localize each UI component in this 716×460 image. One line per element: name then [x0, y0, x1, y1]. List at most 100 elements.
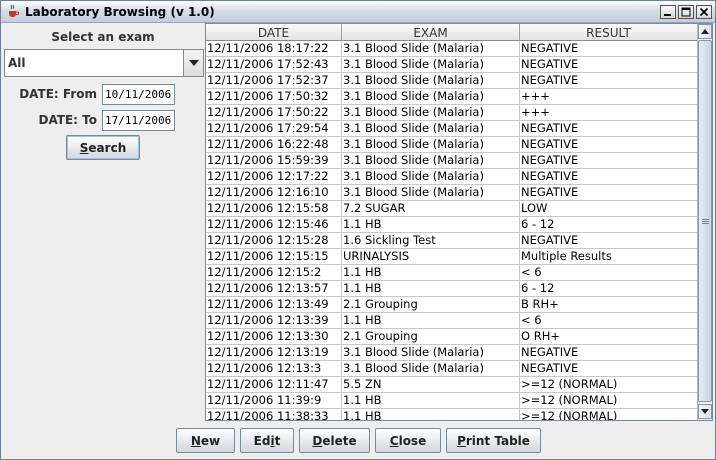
cell-result[interactable]: LOW — [520, 201, 698, 217]
table-row[interactable]: 12/11/2006 17:50:32 3.1 Blood Slide (Mala… — [206, 89, 698, 105]
cell-date[interactable]: 12/11/2006 11:39:9 — [206, 393, 342, 409]
title-bar[interactable]: Laboratory Browsing (v 1.0) — [1, 1, 715, 23]
cell-exam[interactable]: 3.1 Blood Slide (Malaria) — [342, 105, 520, 121]
edit-button[interactable]: Ed i t — [240, 428, 294, 453]
cell-result[interactable]: >=12 (NORMAL) — [520, 409, 698, 420]
cell-exam[interactable]: 1.6 Sickling Test — [342, 233, 520, 249]
cell-result[interactable]: +++ — [520, 89, 698, 105]
cell-result[interactable]: NEGATIVE — [520, 121, 698, 137]
cell-result[interactable]: NEGATIVE — [520, 57, 698, 73]
table-row[interactable]: 12/11/2006 12:13:49 2.1 Grouping B RH+ — [206, 297, 698, 313]
maximize-icon[interactable] — [678, 5, 694, 19]
cell-date[interactable]: 12/11/2006 17:52:43 — [206, 57, 342, 73]
cell-date[interactable]: 12/11/2006 12:16:10 — [206, 185, 342, 201]
cell-result[interactable]: NEGATIVE — [520, 361, 698, 377]
table-row[interactable]: 12/11/2006 12:11:47 5.5 ZN >=12 (NORMAL) — [206, 377, 698, 393]
cell-exam[interactable]: 3.1 Blood Slide (Malaria) — [342, 361, 520, 377]
table-row[interactable]: 12/11/2006 12:13:3 3.1 Blood Slide (Malar… — [206, 361, 698, 377]
new-button[interactable]: New — [176, 428, 235, 453]
cell-exam[interactable]: 2.1 Grouping — [342, 297, 520, 313]
cell-date[interactable]: 12/11/2006 12:17:22 — [206, 169, 342, 185]
cell-exam[interactable]: 1.1 HB — [342, 281, 520, 297]
date-from-input[interactable] — [102, 84, 175, 105]
cell-date[interactable]: 12/11/2006 17:50:22 — [206, 105, 342, 121]
cell-result[interactable]: NEGATIVE — [520, 233, 698, 249]
cell-date[interactable]: 12/11/2006 17:52:37 — [206, 73, 342, 89]
cell-result[interactable]: NEGATIVE — [520, 137, 698, 153]
vertical-scrollbar[interactable] — [697, 24, 712, 420]
cell-exam[interactable]: 5.5 ZN — [342, 377, 520, 393]
table-row[interactable]: 12/11/2006 12:16:10 3.1 Blood Slide (Mala… — [206, 185, 698, 201]
cell-exam[interactable]: 3.1 Blood Slide (Malaria) — [342, 185, 520, 201]
search-button[interactable]: Search — [66, 135, 140, 160]
cell-result[interactable]: >=12 (NORMAL) — [520, 377, 698, 393]
cell-date[interactable]: 12/11/2006 12:13:57 — [206, 281, 342, 297]
results-table[interactable]: DATE EXAM RESULT 12/11/2006 18:17:22 3.1 … — [205, 23, 713, 421]
print-table-button[interactable]: Print Table — [446, 428, 541, 453]
table-row[interactable]: 12/11/2006 15:59:39 3.1 Blood Slide (Mala… — [206, 153, 698, 169]
cell-result[interactable]: NEGATIVE — [520, 41, 698, 57]
table-row[interactable]: 12/11/2006 18:17:22 3.1 Blood Slide (Mala… — [206, 41, 698, 57]
table-row[interactable]: 12/11/2006 12:13:39 1.1 HB < 6 — [206, 313, 698, 329]
cell-date[interactable]: 12/11/2006 12:13:49 — [206, 297, 342, 313]
cell-exam[interactable]: 3.1 Blood Slide (Malaria) — [342, 89, 520, 105]
cell-date[interactable]: 12/11/2006 12:13:19 — [206, 345, 342, 361]
cell-exam[interactable]: 3.1 Blood Slide (Malaria) — [342, 169, 520, 185]
cell-date[interactable]: 12/11/2006 17:50:32 — [206, 89, 342, 105]
close-button[interactable]: Close — [375, 428, 441, 453]
table-row[interactable]: 12/11/2006 12:17:22 3.1 Blood Slide (Mala… — [206, 169, 698, 185]
cell-result[interactable]: O RH+ — [520, 329, 698, 345]
cell-result[interactable]: NEGATIVE — [520, 169, 698, 185]
cell-result[interactable]: >=12 (NORMAL) — [520, 393, 698, 409]
table-row[interactable]: 12/11/2006 12:15:2 1.1 HB < 6 — [206, 265, 698, 281]
cell-date[interactable]: 12/11/2006 17:29:54 — [206, 121, 342, 137]
cell-result[interactable]: B RH+ — [520, 297, 698, 313]
cell-result[interactable]: NEGATIVE — [520, 345, 698, 361]
column-header-exam[interactable]: EXAM — [342, 24, 520, 41]
cell-exam[interactable]: 3.1 Blood Slide (Malaria) — [342, 73, 520, 89]
cell-exam[interactable]: 3.1 Blood Slide (Malaria) — [342, 137, 520, 153]
table-row[interactable]: 12/11/2006 12:15:58 7.2 SUGAR LOW — [206, 201, 698, 217]
table-row[interactable]: 12/11/2006 17:52:43 3.1 Blood Slide (Mala… — [206, 57, 698, 73]
cell-result[interactable]: +++ — [520, 105, 698, 121]
cell-exam[interactable]: 1.1 HB — [342, 313, 520, 329]
cell-date[interactable]: 12/11/2006 12:15:2 — [206, 265, 342, 281]
cell-date[interactable]: 12/11/2006 11:38:33 — [206, 409, 342, 420]
table-row[interactable]: 12/11/2006 17:29:54 3.1 Blood Slide (Mala… — [206, 121, 698, 137]
table-row[interactable]: 12/11/2006 17:50:22 3.1 Blood Slide (Mala… — [206, 105, 698, 121]
date-to-input[interactable] — [102, 110, 175, 131]
cell-result[interactable]: < 6 — [520, 265, 698, 281]
table-row[interactable]: 12/11/2006 16:22:48 3.1 Blood Slide (Mala… — [206, 137, 698, 153]
cell-date[interactable]: 12/11/2006 12:13:30 — [206, 329, 342, 345]
cell-date[interactable]: 12/11/2006 12:13:39 — [206, 313, 342, 329]
cell-exam[interactable]: 1.1 HB — [342, 265, 520, 281]
cell-result[interactable]: 6 - 12 — [520, 217, 698, 233]
minimize-icon[interactable] — [660, 5, 676, 19]
cell-date[interactable]: 12/11/2006 16:22:48 — [206, 137, 342, 153]
cell-result[interactable]: NEGATIVE — [520, 73, 698, 89]
cell-result[interactable]: < 6 — [520, 313, 698, 329]
cell-date[interactable]: 12/11/2006 12:11:47 — [206, 377, 342, 393]
cell-exam[interactable]: 3.1 Blood Slide (Malaria) — [342, 153, 520, 169]
table-row[interactable]: 12/11/2006 12:15:15 URINALYSIS Multiple Re… — [206, 249, 698, 265]
table-row[interactable]: 12/11/2006 12:15:46 1.1 HB 6 - 12 — [206, 217, 698, 233]
cell-result[interactable]: NEGATIVE — [520, 153, 698, 169]
scrollbar-thumb[interactable] — [698, 40, 712, 402]
table-row[interactable]: 12/11/2006 12:15:28 1.6 Sickling Test NEGA… — [206, 233, 698, 249]
cell-exam[interactable]: 3.1 Blood Slide (Malaria) — [342, 41, 520, 57]
cell-exam[interactable]: 1.1 HB — [342, 217, 520, 233]
cell-date[interactable]: 12/11/2006 12:15:58 — [206, 201, 342, 217]
cell-exam[interactable]: 1.1 HB — [342, 393, 520, 409]
scroll-down-icon[interactable] — [698, 404, 712, 419]
cell-exam[interactable]: URINALYSIS — [342, 249, 520, 265]
delete-button[interactable]: Delete — [299, 428, 370, 453]
table-row[interactable]: 12/11/2006 12:13:19 3.1 Blood Slide (Mala… — [206, 345, 698, 361]
scroll-up-icon[interactable] — [698, 24, 712, 39]
table-row[interactable]: 12/11/2006 12:13:57 1.1 HB 6 - 12 — [206, 281, 698, 297]
cell-exam[interactable]: 3.1 Blood Slide (Malaria) — [342, 345, 520, 361]
cell-date[interactable]: 12/11/2006 12:15:15 — [206, 249, 342, 265]
cell-date[interactable]: 12/11/2006 12:15:28 — [206, 233, 342, 249]
cell-exam[interactable]: 3.1 Blood Slide (Malaria) — [342, 121, 520, 137]
cell-result[interactable]: Multiple Results — [520, 249, 698, 265]
cell-exam[interactable]: 2.1 Grouping — [342, 329, 520, 345]
